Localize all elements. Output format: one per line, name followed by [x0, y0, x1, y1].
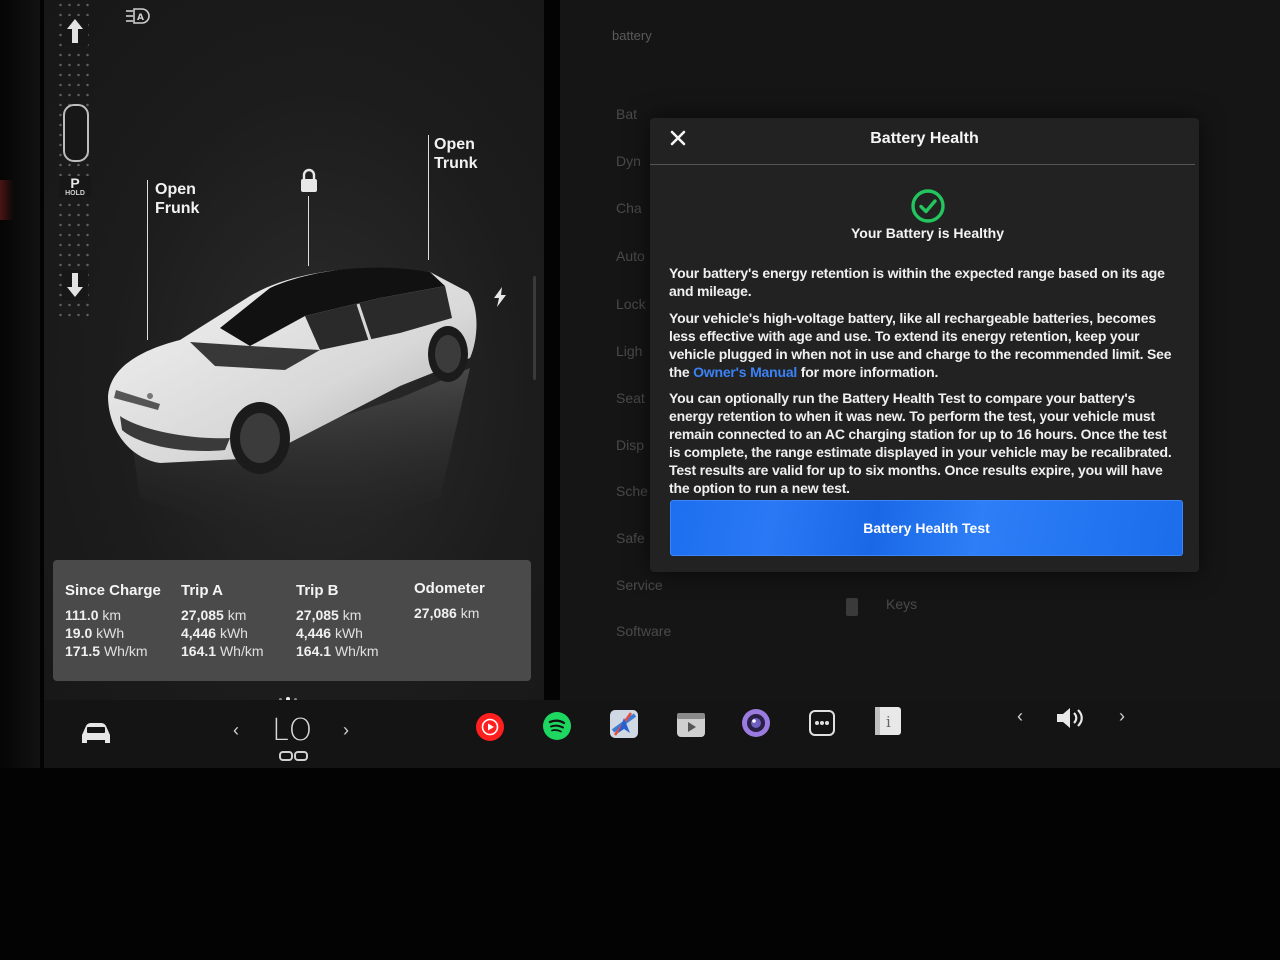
park-indicator: P HOLD — [59, 176, 91, 197]
navigation-icon[interactable] — [609, 709, 639, 739]
battery-status: Your Battery is Healthy — [850, 225, 1004, 241]
open-frunk-button[interactable]: Open Frunk — [155, 180, 199, 218]
stat-title: Odometer — [414, 580, 485, 597]
climate-prev-chevron-icon[interactable]: ‹ — [233, 720, 239, 741]
settings-menu-item[interactable]: Sche — [616, 483, 648, 499]
park-letter: P — [70, 175, 80, 191]
settings-menu-item[interactable]: Software — [616, 623, 671, 639]
settings-menu-item[interactable]: Bat — [616, 106, 637, 122]
test-description: You can optionally run the Battery Healt… — [669, 390, 1172, 496]
manual-icon[interactable]: i — [873, 706, 903, 736]
arrow-up-icon[interactable] — [62, 16, 88, 46]
stat-title: Trip B — [296, 582, 339, 599]
climate-temperature[interactable]: LO — [272, 713, 313, 748]
arrow-down-icon[interactable] — [62, 270, 88, 300]
dialog-title: Battery Health — [870, 130, 979, 147]
owners-manual-link[interactable]: Owner's Manual — [693, 364, 797, 380]
youtube-music-icon[interactable] — [475, 712, 505, 742]
settings-menu-item[interactable]: Dyn — [616, 153, 641, 169]
ambient-glow — [0, 180, 14, 220]
volume-icon[interactable] — [1054, 704, 1088, 737]
stat-title: Trip A — [181, 582, 223, 599]
lock-icon[interactable] — [298, 168, 320, 199]
settings-menu-item[interactable]: Lock — [616, 296, 646, 312]
climate-next-chevron-icon[interactable]: › — [343, 720, 349, 741]
stat-since-charge: Since Charge 111.0 km 19.0 kWh 171.5 Wh/… — [65, 582, 161, 660]
stat-value: 111.0 km — [65, 607, 122, 623]
settings-search-query[interactable]: battery — [612, 28, 652, 43]
media-next-chevron-icon[interactable]: › — [1119, 706, 1125, 727]
stat-title: Since Charge — [65, 582, 161, 599]
settings-menu-item[interactable]: Disp — [616, 437, 644, 453]
stat-value: 164.1 Wh/km — [181, 643, 264, 659]
media-prev-chevron-icon[interactable]: ‹ — [1017, 706, 1023, 727]
stat-value: 4,446 kWh — [296, 625, 363, 641]
settings-menu-item[interactable]: Service — [616, 577, 663, 593]
settings-menu-item[interactable]: Ligh — [616, 343, 642, 359]
stat-value: 27,086 km — [414, 605, 480, 621]
check-circle-icon — [910, 188, 946, 229]
battery-advice: Your vehicle's high-voltage battery, lik… — [669, 310, 1172, 380]
theater-icon[interactable] — [676, 709, 706, 739]
stat-value: 27,085 km — [181, 607, 247, 623]
stat-value: 164.1 Wh/km — [296, 643, 379, 659]
settings-menu-item[interactable]: Auto — [616, 248, 645, 264]
car-icon[interactable] — [78, 719, 114, 752]
keys-setting: Keys — [846, 596, 917, 616]
seat-heat-icon[interactable] — [279, 749, 309, 767]
open-trunk-button[interactable]: Open Trunk — [434, 135, 478, 173]
stat-value: 4,446 kWh — [181, 625, 248, 641]
more-apps-icon[interactable] — [807, 708, 837, 738]
trip-stats-card[interactable]: Since Charge 111.0 km 19.0 kWh 171.5 Wh/… — [53, 560, 531, 681]
bottom-taskbar — [44, 700, 1280, 768]
svg-text:i: i — [886, 713, 891, 731]
car-panel-scrollbar — [533, 276, 536, 380]
settings-menu-item[interactable]: Cha — [616, 200, 642, 216]
stat-odometer: Odometer 27,086 km — [414, 580, 485, 622]
retention-summary: Your battery's energy retention is withi… — [669, 265, 1165, 299]
stat-value: 171.5 Wh/km — [65, 643, 148, 659]
key-icon — [846, 598, 858, 616]
screen-bezel — [0, 0, 40, 768]
keys-label: Keys — [886, 596, 918, 612]
stat-value: 27,085 km — [296, 607, 362, 623]
svg-text:A: A — [137, 13, 144, 23]
stat-value: 19.0 kWh — [65, 625, 125, 641]
battery-health-dialog: Battery Health Your Battery is Healthy Y… — [650, 118, 1199, 572]
settings-menu-item[interactable]: Seat — [616, 390, 645, 406]
spotify-icon[interactable] — [542, 711, 572, 741]
settings-menu-item[interactable]: Safe — [616, 530, 645, 546]
auto-headlights-icon[interactable]: A — [124, 6, 154, 26]
battery-health-test-button[interactable]: Battery Health Test — [670, 500, 1183, 556]
lock-callout-line — [308, 196, 309, 266]
camera-icon[interactable] — [741, 708, 771, 738]
hold-label: HOLD — [65, 190, 85, 197]
stat-trip-a: Trip A 27,085 km 4,446 kWh 164.1 Wh/km — [181, 582, 264, 660]
gear-selector[interactable]: P HOLD — [52, 0, 96, 318]
stat-trip-b: Trip B 27,085 km 4,446 kWh 164.1 Wh/km — [296, 582, 379, 660]
trunk-callout-line — [428, 135, 429, 260]
car-position-icon — [63, 104, 89, 162]
vehicle-model-image — [100, 258, 500, 563]
